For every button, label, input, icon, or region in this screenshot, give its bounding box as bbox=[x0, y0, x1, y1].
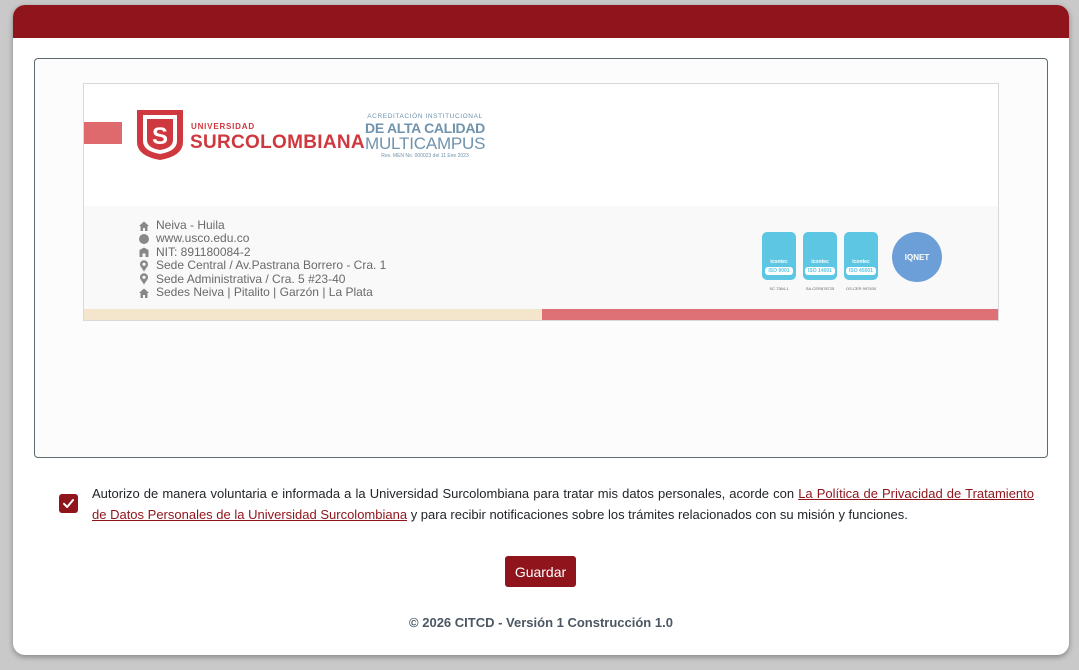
footer-stripe-red bbox=[542, 309, 998, 320]
footer-stripe-cream bbox=[84, 309, 542, 320]
contact-line: Neiva - Huila bbox=[138, 218, 386, 232]
globe-icon bbox=[139, 234, 149, 245]
consent-text: Autorizo de manera voluntaria e informad… bbox=[92, 486, 1034, 522]
consent-section: Autorizo de manera voluntaria e informad… bbox=[59, 483, 1034, 525]
location-pin-icon bbox=[140, 273, 148, 285]
location-pin-icon bbox=[140, 260, 148, 272]
contact-info: Neiva - Huila www.usco.edu.co NIT: 89118… bbox=[138, 218, 386, 299]
contact-line: Sedes Neiva | Pitalito | Garzón | La Pla… bbox=[138, 285, 386, 299]
building-icon bbox=[139, 247, 149, 258]
svg-text:S: S bbox=[152, 123, 168, 150]
letterhead-preview: S UNIVERSIDAD SURCOLOMBIANA ACREDITACIÓN… bbox=[34, 58, 1048, 458]
contact-line: www.usco.edu.co bbox=[138, 231, 386, 245]
home-icon bbox=[139, 288, 149, 298]
red-tab-decoration bbox=[84, 122, 122, 144]
save-button[interactable]: Guardar bbox=[505, 556, 576, 587]
card-header-bar bbox=[13, 5, 1069, 38]
home-icon bbox=[139, 221, 149, 231]
main-card: S UNIVERSIDAD SURCOLOMBIANA ACREDITACIÓN… bbox=[13, 5, 1069, 655]
university-name: SURCOLOMBIANA bbox=[190, 132, 365, 153]
certification-badges: icontec ISO 9001 SC 7384-1 icontec ISO 1… bbox=[762, 232, 878, 291]
letterhead-image: S UNIVERSIDAD SURCOLOMBIANA ACREDITACIÓN… bbox=[83, 83, 999, 321]
university-label-small: UNIVERSIDAD bbox=[191, 122, 255, 131]
icontec-badge: icontec ISO 9001 SC 7384-1 bbox=[762, 232, 796, 291]
consent-checkbox[interactable] bbox=[59, 494, 78, 513]
footer-version: © 2026 CITCD - Versión 1 Construcción 1.… bbox=[409, 615, 673, 630]
contact-line: Sede Administrativa / Cra. 5 #23-40 bbox=[138, 272, 386, 286]
accreditation-seal: ACREDITACIÓN INSTITUCIONAL DE ALTA CALID… bbox=[365, 113, 486, 159]
icontec-badge: icontec ISO 45001 OS-CER 997530 bbox=[844, 232, 878, 291]
university-shield-logo: S bbox=[137, 110, 183, 160]
iqnet-badge: IQNET bbox=[892, 232, 942, 282]
contact-line: NIT: 891180084-2 bbox=[138, 245, 386, 259]
checkmark-icon bbox=[63, 499, 74, 508]
icontec-badge: icontec ISO 14001 SA-CER878725 bbox=[803, 232, 837, 291]
contact-line: Sede Central / Av.Pastrana Borrero - Cra… bbox=[138, 258, 386, 272]
